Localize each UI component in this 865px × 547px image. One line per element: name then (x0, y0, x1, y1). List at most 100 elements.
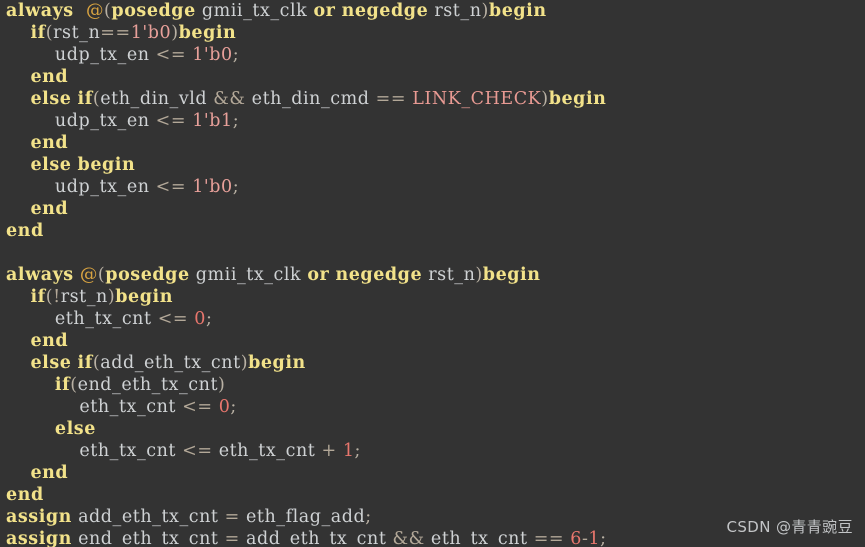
code-token: 1'b0 (130, 23, 172, 43)
code-token: ) (218, 375, 226, 395)
code-token: ; (232, 45, 240, 65)
code-token: eth_flag_add (239, 507, 366, 527)
code-token: rst_n (428, 1, 482, 21)
code-token: negedge (335, 265, 423, 285)
code-line: eth_tx_cnt <= eth_tx_cnt + 1; (0, 440, 607, 462)
code-token: if (30, 287, 46, 307)
code-token: @ (79, 265, 98, 285)
code-token: ) (240, 353, 249, 373)
code-token: rst_n (60, 287, 108, 307)
code-line: assign add_eth_tx_cnt = eth_flag_add; (0, 506, 607, 528)
code-token: == (100, 23, 131, 43)
code-token: else (30, 89, 72, 109)
code-token: or (313, 1, 336, 21)
code-token: posedge (111, 1, 196, 21)
code-screenshot: always @(posedge gmii_tx_clk or negedge … (0, 0, 865, 547)
code-token: if (77, 89, 93, 109)
code-token: && (392, 529, 425, 547)
code-token: begin (488, 1, 547, 21)
code-token: else (54, 419, 96, 439)
code-line: udp_tx_en <= 1'b0; (0, 44, 607, 66)
code-token: eth_din_vld (100, 89, 214, 109)
code-token: else (30, 353, 72, 373)
code-line: end (0, 484, 607, 506)
code-line: if(end_eth_tx_cnt) (0, 374, 607, 396)
code-token: assign (6, 529, 72, 547)
code-line: if(!rst_n)begin (0, 286, 607, 308)
code-token: 0 (194, 309, 206, 329)
code-token: 1 (588, 529, 601, 547)
code-token: ; (232, 177, 240, 197)
code-token: begin (115, 287, 173, 307)
code-token: begin (548, 89, 607, 109)
code-line: udp_tx_en <= 1'b0; (0, 176, 607, 198)
code-token: or (307, 265, 330, 285)
code-token: rst_n (53, 23, 101, 43)
code-token: udp_tx_en (6, 177, 156, 197)
code-token: add_eth_tx_cnt (239, 529, 393, 547)
code-line: eth_tx_cnt <= 0; (0, 396, 607, 418)
code-token: ; (354, 441, 361, 461)
code-line: end (0, 330, 607, 352)
code-line: always @(posedge gmii_tx_clk or negedge … (0, 264, 607, 286)
code-token: @ (85, 1, 105, 21)
code-token: ; (205, 309, 213, 329)
code-token: 6 (570, 529, 582, 547)
code-line: end (0, 132, 607, 154)
code-editor-content[interactable]: always @(posedge gmii_tx_clk or negedge … (0, 0, 607, 547)
code-token: 1'b0 (192, 45, 233, 65)
code-token: = (224, 529, 240, 547)
code-token: always (6, 265, 74, 285)
code-token: if (54, 375, 71, 395)
code-token: <= (182, 397, 213, 417)
code-token: eth_tx_cnt (212, 441, 322, 461)
code-token: ) (475, 265, 483, 285)
code-line: end (0, 462, 607, 484)
csdn-watermark: CSDN @青青豌豆 (726, 518, 853, 536)
code-token: posedge (105, 265, 190, 285)
code-token: <= (155, 45, 187, 65)
code-token: LINK_CHECK (412, 89, 542, 109)
code-token: == (375, 89, 407, 109)
code-token: rst_n (422, 265, 476, 285)
code-line: if(rst_n==1'b0)begin (0, 22, 607, 44)
code-line: end (0, 198, 607, 220)
code-token: end (30, 463, 69, 483)
code-line: end (0, 66, 607, 88)
code-token: assign (6, 507, 72, 527)
code-line: udp_tx_en <= 1'b1; (0, 110, 607, 132)
code-token: negedge (341, 1, 429, 21)
code-token: ; (365, 507, 372, 527)
code-token: begin (77, 155, 136, 175)
code-token: if (30, 23, 46, 43)
code-token: ) (171, 23, 179, 43)
code-token: end (30, 331, 69, 351)
code-token: end_eth_tx_cnt (71, 529, 225, 547)
code-token: end (6, 221, 44, 241)
code-token: if (77, 353, 93, 373)
code-line: always @(posedge gmii_tx_clk or negedge … (0, 0, 607, 22)
code-token: add_eth_tx_cnt (100, 353, 241, 373)
code-token: eth_tx_cnt (424, 529, 534, 547)
code-token: + (321, 441, 337, 461)
code-token: ; (230, 397, 237, 417)
code-token: begin (482, 265, 541, 285)
code-token: udp_tx_en (6, 45, 156, 65)
code-line: else (0, 418, 607, 440)
code-token: end (30, 199, 69, 219)
code-token: add_eth_tx_cnt (71, 507, 225, 527)
code-token: ) (481, 1, 489, 21)
code-token: eth_tx_cnt (6, 441, 183, 461)
code-token: begin (248, 353, 306, 373)
